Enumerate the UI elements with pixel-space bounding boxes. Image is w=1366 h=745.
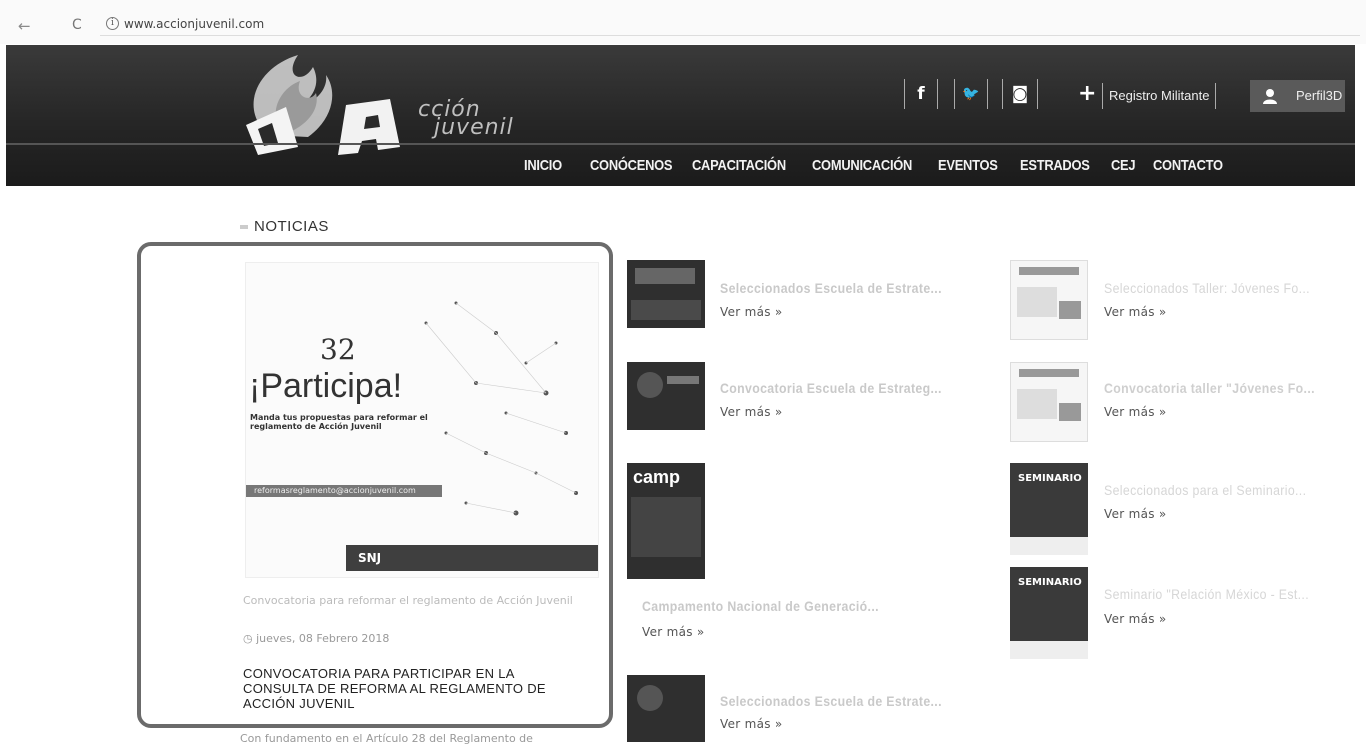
url-text[interactable]: www.accionjuvenil.com xyxy=(124,17,264,31)
thumbnail-label: camp xyxy=(633,467,681,487)
section-marker-icon xyxy=(240,225,248,230)
twitter-icon[interactable]: 🐦 xyxy=(954,79,988,109)
perfil-button[interactable]: Perfil3D xyxy=(1250,80,1345,112)
address-bar[interactable]: i www.accionjuvenil.com xyxy=(100,14,1360,36)
facebook-icon[interactable]: f xyxy=(904,79,938,109)
news-read-more-link[interactable]: Ver más » xyxy=(720,305,783,319)
news-thumbnail[interactable]: SEMINARIO xyxy=(1010,567,1088,659)
site-info-icon[interactable]: i xyxy=(106,17,119,30)
news-title[interactable]: Campamento Nacional de Generació... xyxy=(642,598,879,614)
news-title[interactable]: Seminario "Relación México - Est... xyxy=(1104,586,1309,602)
thumbnail-label: SEMINARIO xyxy=(1018,577,1082,588)
news-read-more-link[interactable]: Ver más » xyxy=(720,405,783,419)
news-read-more-link[interactable]: Ver más » xyxy=(642,625,705,639)
plus-icon[interactable]: + xyxy=(1078,81,1096,106)
nav-conocenos[interactable]: CONÓCENOS xyxy=(590,157,673,174)
featured-article[interactable]: 32 ¡Participa! Manda tus propuestas para… xyxy=(137,242,613,728)
section-title: NOTICIAS xyxy=(240,218,329,235)
featured-date: ◷ jueves, 08 Febrero 2018 xyxy=(243,632,389,645)
site-header: cción juvenil f 🐦 ◙ + Registro Militante… xyxy=(6,45,1355,186)
reload-icon[interactable]: C xyxy=(72,17,82,33)
news-title[interactable]: Convocatoria taller "Jóvenes Fo... xyxy=(1104,380,1315,396)
news-read-more-link[interactable]: Ver más » xyxy=(1104,405,1167,419)
nav-estrados[interactable]: ESTRADOS xyxy=(1020,157,1090,174)
news-thumbnail[interactable] xyxy=(627,362,705,430)
logo-text-juvenil: juvenil xyxy=(434,115,514,140)
nav-cej[interactable]: CEJ xyxy=(1111,157,1136,174)
news-read-more-link[interactable]: Ver más » xyxy=(720,717,783,731)
nav-eventos[interactable]: EVENTOS xyxy=(938,157,998,174)
news-title[interactable]: Convocatoria Escuela de Estrateg... xyxy=(720,380,942,396)
news-title[interactable]: Seleccionados Taller: Jóvenes Fo... xyxy=(1104,280,1310,296)
news-thumbnail[interactable] xyxy=(1010,260,1088,340)
poster-title: ¡Participa! xyxy=(249,367,403,405)
news-title[interactable]: Seleccionados Escuela de Estrate... xyxy=(720,280,942,296)
nav-capacitacion[interactable]: CAPACITACIÓN xyxy=(692,157,786,174)
featured-headline[interactable]: CONVOCATORIA PARA PARTICIPAR EN LA CONSU… xyxy=(243,666,583,711)
perfil-label: Perfil3D xyxy=(1296,88,1343,103)
clock-icon: ◷ xyxy=(243,632,257,645)
news-thumbnail[interactable] xyxy=(627,260,705,328)
poster-sponsor-bar: SNJ xyxy=(346,545,598,571)
section-title-text: NOTICIAS xyxy=(254,218,329,235)
main-navigation: INICIO CONÓCENOS CAPACITACIÓN COMUNICACI… xyxy=(6,157,1355,183)
accion-juvenil-logo[interactable] xyxy=(228,47,558,157)
poster-subtitle: Manda tus propuestas para reformar el re… xyxy=(250,413,428,431)
user-icon xyxy=(1263,89,1277,104)
news-thumbnail[interactable] xyxy=(1010,362,1088,442)
featured-body-snippet: Con fundamento en el Artículo 28 del Reg… xyxy=(240,732,533,745)
nav-contacto[interactable]: CONTACTO xyxy=(1153,157,1223,174)
nav-inicio[interactable]: INICIO xyxy=(524,157,562,174)
thumbnail-label: SEMINARIO xyxy=(1018,473,1082,484)
news-thumbnail[interactable]: SEMINARIO xyxy=(1010,463,1088,555)
featured-image[interactable]: 32 ¡Participa! Manda tus propuestas para… xyxy=(245,262,599,578)
poster-email: reformasreglamento@accionjuvenil.com xyxy=(246,485,442,497)
news-title[interactable]: Seleccionados Escuela de Estrate... xyxy=(720,693,942,709)
news-read-more-link[interactable]: Ver más » xyxy=(1104,507,1167,521)
browser-toolbar: ← C i www.accionjuvenil.com xyxy=(0,0,1366,44)
news-title[interactable]: Seleccionados para el Seminario... xyxy=(1104,482,1306,498)
featured-date-text: jueves, 08 Febrero 2018 xyxy=(256,632,390,645)
featured-caption[interactable]: Convocatoria para reformar el reglamento… xyxy=(243,594,593,608)
instagram-icon[interactable]: ◙ xyxy=(1002,79,1038,109)
news-thumbnail[interactable] xyxy=(627,675,705,742)
back-arrow-icon[interactable]: ← xyxy=(18,17,31,35)
poster-anniversary-number: 32 xyxy=(320,333,356,366)
registro-militante-link[interactable]: Registro Militante xyxy=(1102,83,1217,109)
news-thumbnail[interactable]: camp xyxy=(627,463,705,579)
news-read-more-link[interactable]: Ver más » xyxy=(1104,305,1167,319)
news-read-more-link[interactable]: Ver más » xyxy=(1104,612,1167,626)
nav-comunicacion[interactable]: COMUNICACIÓN xyxy=(812,157,912,174)
